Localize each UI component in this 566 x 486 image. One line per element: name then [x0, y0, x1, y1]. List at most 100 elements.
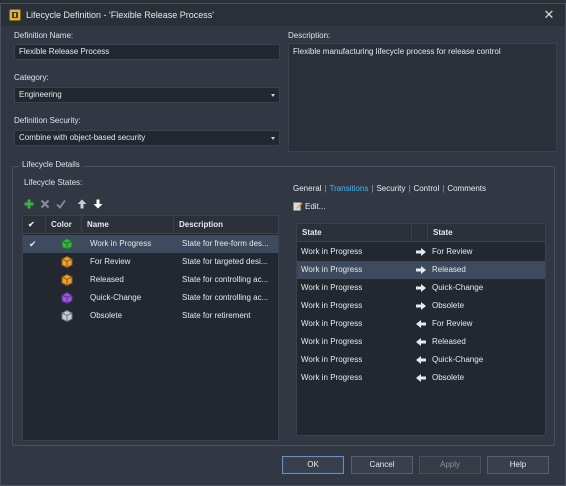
from-state: Work in Progress: [301, 265, 363, 274]
description-field[interactable]: Flexible manufacturing lifecycle process…: [288, 43, 557, 152]
to-state: Released: [432, 337, 466, 346]
arrow-right-icon: [416, 302, 426, 310]
column-header-description[interactable]: Description: [174, 216, 278, 234]
ok-button[interactable]: OK: [282, 456, 344, 474]
tab-general[interactable]: General: [293, 184, 321, 193]
state-description: State for controlling ac...: [182, 293, 269, 302]
column-header-color[interactable]: Color: [46, 216, 82, 234]
column-header-name[interactable]: Name: [82, 216, 174, 234]
table-row[interactable]: Released State for controlling ac...: [23, 271, 278, 289]
state-name: Work in Progress: [90, 239, 152, 248]
definition-security-value: Combine with object-based security: [19, 133, 146, 142]
state-color-icon: [61, 274, 73, 286]
to-state: Quick-Change: [432, 355, 484, 364]
table-row[interactable]: Work in Progress For Review: [297, 315, 545, 333]
definition-security-dropdown[interactable]: Combine with object-based security: [14, 130, 280, 146]
chevron-down-icon: [271, 137, 275, 140]
state-description: State for targeted desi...: [182, 257, 268, 266]
state-color-icon: [61, 238, 73, 250]
state-name: Obsolete: [90, 311, 123, 320]
tab-separator: |: [442, 184, 445, 193]
arrow-left-icon: [416, 374, 426, 382]
state-name: Released: [90, 275, 124, 284]
column-header-direction[interactable]: [412, 224, 428, 242]
edit-label: Edit...: [305, 202, 326, 211]
tab-separator: |: [324, 184, 327, 193]
from-state: Work in Progress: [301, 373, 363, 382]
to-state: Released: [432, 265, 466, 274]
tab-security[interactable]: Security: [376, 184, 405, 193]
arrow-right-icon: [416, 248, 426, 256]
table-header: State State: [297, 224, 545, 242]
apply-button[interactable]: Apply: [419, 456, 481, 474]
check-icon[interactable]: [56, 199, 66, 209]
table-row[interactable]: Work in Progress Released: [297, 261, 545, 279]
definition-name-field[interactable]: Flexible Release Process: [14, 44, 280, 60]
column-header-from-state[interactable]: State: [297, 224, 412, 242]
to-state: Obsolete: [432, 301, 465, 310]
from-state: Work in Progress: [301, 355, 363, 364]
table-header: ✔ Color Name Description: [23, 216, 278, 234]
lifecycle-states-table[interactable]: ✔ Color Name Description ✔ Work in Progr…: [22, 215, 279, 441]
tab-separator: |: [371, 184, 374, 193]
state-name: For Review: [90, 257, 131, 266]
delete-icon[interactable]: [40, 199, 50, 209]
help-button[interactable]: Help: [487, 456, 549, 474]
table-row[interactable]: Work in Progress Obsolete: [297, 297, 545, 315]
to-state: For Review: [432, 247, 473, 256]
table-row[interactable]: Work in Progress For Review: [297, 243, 545, 261]
state-description: State for retirement: [182, 311, 251, 320]
table-row[interactable]: Obsolete State for retirement: [23, 307, 278, 325]
column-header-to-state[interactable]: State: [428, 224, 545, 242]
from-state: Work in Progress: [301, 283, 363, 292]
from-state: Work in Progress: [301, 319, 363, 328]
arrow-left-icon: [416, 338, 426, 346]
lifecycle-states-label: Lifecycle States:: [24, 178, 83, 187]
default-state-check-icon: ✔: [29, 239, 37, 249]
state-description: State for free-form des...: [182, 239, 269, 248]
category-label: Category:: [14, 73, 49, 82]
add-icon[interactable]: [24, 199, 34, 209]
move-down-icon[interactable]: [93, 199, 103, 209]
window-title: Lifecycle Definition - 'Flexible Release…: [26, 10, 215, 20]
transitions-table[interactable]: State State Work in Progress For Review …: [296, 223, 546, 436]
arrow-left-icon: [416, 356, 426, 364]
vault-app-icon: [9, 9, 21, 21]
to-state: Obsolete: [432, 373, 465, 382]
definition-security-label: Definition Security:: [14, 116, 81, 125]
arrow-left-icon: [416, 320, 426, 328]
to-state: Quick-Change: [432, 283, 484, 292]
tab-transitions[interactable]: Transitions: [330, 184, 369, 193]
table-row[interactable]: Work in Progress Quick-Change: [297, 279, 545, 297]
from-state: Work in Progress: [301, 301, 363, 310]
state-color-icon: [61, 310, 73, 322]
title-bar: Lifecycle Definition - 'Flexible Release…: [1, 4, 565, 26]
lifecycle-details-title: Lifecycle Details: [19, 160, 83, 169]
table-row[interactable]: Work in Progress Obsolete: [297, 369, 545, 387]
details-tabs: General | Transitions | Security | Control | Com…: [293, 184, 486, 193]
tab-control[interactable]: Control: [413, 184, 439, 193]
edit-button[interactable]: Edit...: [293, 201, 325, 213]
tab-comments[interactable]: Comments: [447, 184, 486, 193]
lifecycle-definition-dialog: Lifecycle Definition - 'Flexible Release…: [0, 3, 566, 486]
close-icon[interactable]: ✕: [541, 7, 557, 23]
state-description: State for controlling ac...: [182, 275, 269, 284]
chevron-down-icon: [271, 94, 275, 97]
arrow-right-icon: [416, 284, 426, 292]
table-row[interactable]: Work in Progress Released: [297, 333, 545, 351]
table-row[interactable]: Quick-Change State for controlling ac...: [23, 289, 278, 307]
category-dropdown[interactable]: Engineering: [14, 87, 280, 103]
definition-name-label: Definition Name:: [14, 31, 74, 40]
category-value: Engineering: [19, 90, 62, 99]
edit-pencil-icon: [293, 202, 303, 211]
table-row[interactable]: Work in Progress Quick-Change: [297, 351, 545, 369]
table-row[interactable]: ✔ Work in Progress State for free-form d…: [23, 235, 278, 253]
state-color-icon: [61, 292, 73, 304]
arrow-right-icon: [416, 266, 426, 274]
column-header-default[interactable]: ✔: [23, 216, 46, 234]
table-row[interactable]: For Review State for targeted desi...: [23, 253, 278, 271]
state-name: Quick-Change: [90, 293, 142, 302]
cancel-button[interactable]: Cancel: [351, 456, 413, 474]
state-color-icon: [61, 256, 73, 268]
move-up-icon[interactable]: [77, 199, 87, 209]
